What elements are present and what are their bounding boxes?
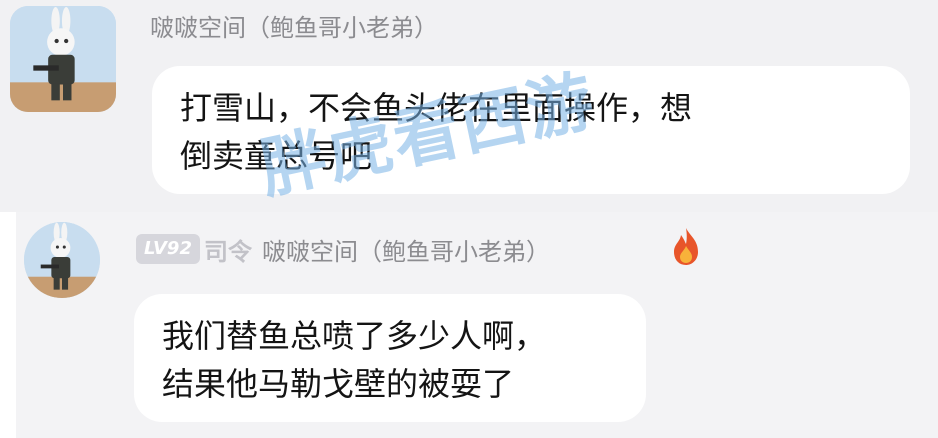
- message-bubble[interactable]: 我们替鱼总喷了多少人啊， 结果他马勒戈壁的被耍了: [134, 294, 646, 422]
- bunny-soldier-avatar-icon: [24, 222, 100, 298]
- username[interactable]: 啵啵空间（鲍鱼哥小老弟）: [150, 8, 438, 43]
- avatar[interactable]: [24, 222, 100, 298]
- message-text-line: 我们替鱼总喷了多少人啊，: [162, 317, 547, 355]
- title-badge: 司令: [204, 238, 252, 266]
- avatar[interactable]: [10, 6, 116, 112]
- username[interactable]: 啵啵空间（鲍鱼哥小老弟）: [262, 232, 550, 267]
- bunny-soldier-avatar-icon: [10, 6, 116, 112]
- fire-icon: [674, 228, 698, 265]
- message-text-line: 结果他马勒戈壁的被耍了: [162, 365, 515, 403]
- panel-edge: [0, 212, 16, 438]
- message-2: LV92 司令 啵啵空间（鲍鱼哥小老弟） 我们替鱼总喷了多少人啊， 结果他马勒戈…: [0, 212, 938, 438]
- level-badge-icon: LV92: [136, 234, 200, 264]
